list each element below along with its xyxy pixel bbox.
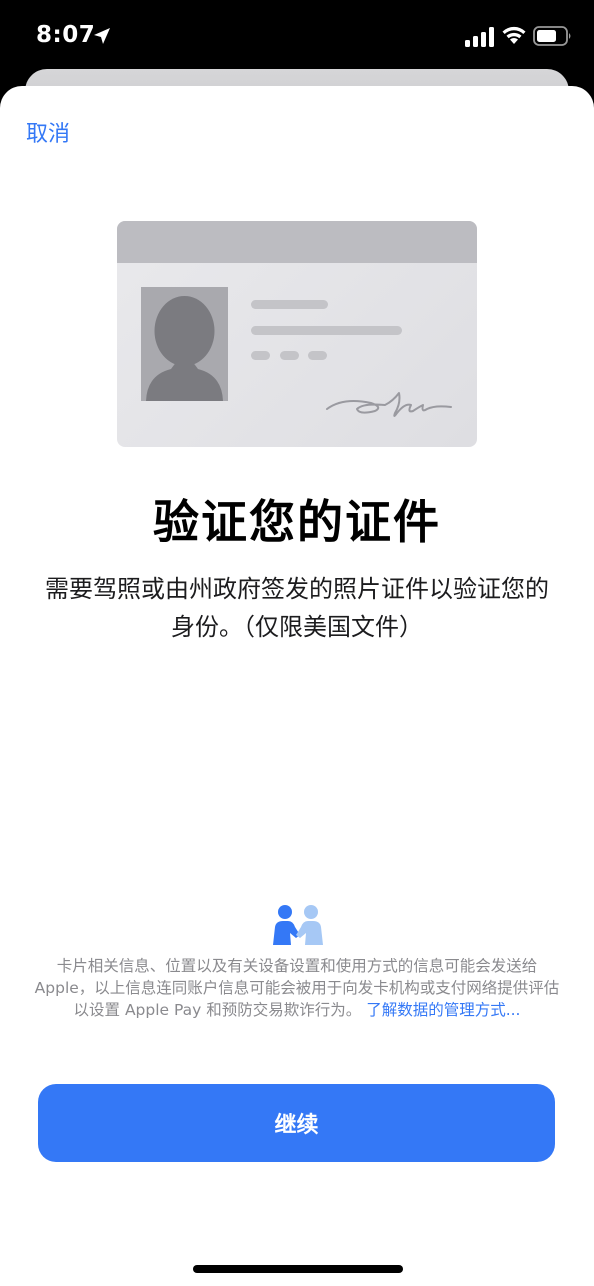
wifi-icon [502, 26, 526, 44]
home-indicator [193, 1265, 403, 1273]
cellular-signal-icon [465, 27, 494, 47]
id-text-dot [251, 351, 270, 360]
page-description: 需要驾照或由州政府签发的照片证件以验证您的身份。（仅限美国文件） [45, 575, 549, 641]
battery-icon [533, 26, 571, 46]
person-silhouette-icon [146, 296, 223, 401]
id-card-illustration [117, 221, 477, 447]
status-bar: 8:07 [0, 0, 594, 72]
id-card-header [117, 221, 477, 263]
status-time: 8:07 [36, 22, 96, 48]
id-text-line [251, 326, 402, 335]
id-text-line [251, 300, 328, 309]
privacy-learn-more-link[interactable]: 了解数据的管理方式... [366, 1001, 520, 1019]
id-photo-placeholder [141, 287, 228, 401]
id-text-dot [308, 351, 327, 360]
id-text-dot [280, 351, 299, 360]
cancel-button[interactable]: 取消 [26, 116, 70, 148]
privacy-notice: 卡片相关信息、位置以及有关设备设置和使用方式的信息可能会发送给 Apple，以上… [34, 955, 560, 1021]
location-arrow-icon [94, 28, 110, 44]
signature-icon [326, 392, 452, 417]
page-title: 验证您的证件 [153, 495, 441, 549]
handshake-privacy-icon [273, 905, 323, 945]
continue-button[interactable]: 继续 [38, 1084, 555, 1162]
